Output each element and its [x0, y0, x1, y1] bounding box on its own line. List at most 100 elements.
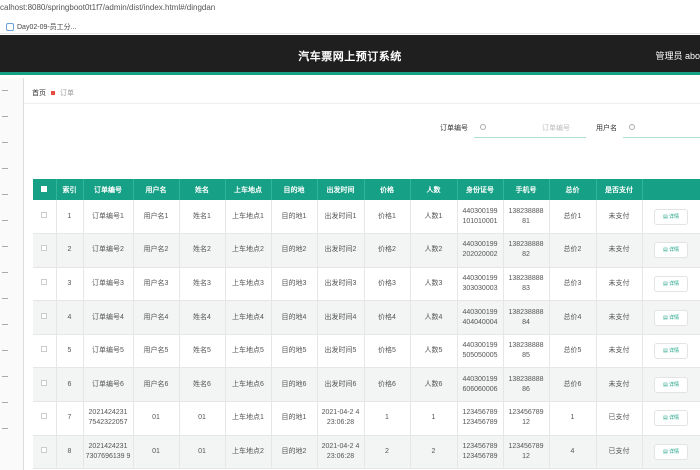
detail-button[interactable]: ▤ 详情 [654, 410, 688, 427]
table-cell: 用户名5 [133, 334, 180, 369]
detail-button[interactable]: ▤ 详情 [654, 242, 688, 259]
column-header: 订单编号 [83, 179, 134, 200]
table-row[interactable]: 1 订单编号1 用户名1 姓名1 上车地点1 目的地1 出发时间1 价格1 人数1 4403001… [33, 200, 700, 235]
table-cell: 总价3 [549, 267, 597, 302]
table-cell: 用户名6 [133, 367, 180, 403]
select-all-header[interactable] [33, 179, 57, 200]
detail-button[interactable]: ▤ 详情 [654, 275, 688, 292]
table-row[interactable]: 8 2021424231 7307696139 9 01 01 上车地点2 目的地2 202… [33, 435, 700, 470]
sidebar-chevron-icon[interactable] [2, 194, 8, 195]
table-cell: 出发时间1 [317, 200, 365, 235]
table-cell: 订单编号1 [83, 200, 134, 235]
table-cell: 未支付 [596, 233, 643, 268]
row-checkbox[interactable] [41, 413, 48, 420]
sidebar-chevron-icon[interactable] [2, 402, 8, 403]
user-menu[interactable]: 管理员 abo [655, 49, 700, 62]
search-icon [629, 124, 635, 130]
row-checkbox[interactable] [41, 379, 48, 386]
order-number-input[interactable]: 订单编号 [474, 118, 586, 138]
row-actions-cell: ▤ 详情 [642, 401, 700, 436]
select-all-checkbox[interactable] [41, 185, 48, 192]
table-cell: 01 [133, 401, 180, 436]
row-actions-cell: ▤ 详情 [642, 233, 700, 268]
table-cell: 123456789 123456789 [457, 435, 504, 470]
table-cell: 总价1 [549, 200, 597, 235]
top-header: 汽车票网上预订系统 管理员 abo [0, 35, 700, 75]
sidebar-chevron-icon[interactable] [2, 142, 8, 143]
sidebar-chevron-icon[interactable] [2, 220, 8, 221]
table-row[interactable]: 6 订单编号6 用户名6 姓名6 上车地点6 目的地6 出发时间6 价格6 人数6 4403001… [33, 367, 700, 403]
row-select-cell[interactable] [33, 267, 57, 302]
table-cell: 4 [56, 300, 84, 335]
breadcrumb-home[interactable]: 首页 [32, 88, 46, 98]
table-cell: 人数6 [410, 367, 458, 403]
table-cell: 目的地2 [271, 435, 318, 470]
address-bar[interactable]: calhost:8080/springboot0t1f7/admin/dist/… [0, 0, 700, 17]
table-cell: 01 [179, 435, 226, 470]
table-row[interactable]: 5 订单编号5 用户名5 姓名5 上车地点5 目的地5 出发时间5 价格5 人数5 4403001… [33, 334, 700, 369]
table-row[interactable]: 3 订单编号3 用户名3 姓名3 上车地点3 目的地3 出发时间3 价格3 人数3 4403001… [33, 267, 700, 302]
row-checkbox[interactable] [41, 211, 48, 218]
table-row[interactable]: 4 订单编号4 用户名4 姓名4 上车地点4 目的地4 出发时间4 价格4 人数4 4403001… [33, 300, 700, 335]
table-cell: 138238888 85 [503, 334, 550, 369]
row-select-cell[interactable] [33, 401, 57, 436]
sidebar-chevron-icon[interactable] [2, 428, 8, 429]
table-cell: 440300199 202020002 [457, 233, 504, 268]
sidebar-chevron-icon[interactable] [2, 376, 8, 377]
detail-button[interactable]: ▤ 详情 [654, 443, 688, 460]
table-cell: 未支付 [596, 334, 643, 369]
table-cell: 未支付 [596, 200, 643, 235]
table-cell: 姓名1 [179, 200, 226, 235]
row-select-cell[interactable] [33, 367, 57, 403]
table-row[interactable]: 7 2021424231 7542322057 01 01 上车地点1 目的地1 2021-… [33, 401, 700, 436]
row-select-cell[interactable] [33, 334, 57, 369]
table-cell: 01 [179, 401, 226, 436]
row-checkbox[interactable] [41, 312, 48, 319]
table-cell: 出发时间5 [317, 334, 365, 369]
sidebar-chevron-icon[interactable] [2, 168, 8, 169]
sidebar-chevron-icon[interactable] [2, 90, 8, 91]
sidebar-chevron-icon[interactable] [2, 350, 8, 351]
detail-button[interactable]: ▤ 详情 [654, 309, 688, 326]
table-cell: 用户名1 [133, 200, 180, 235]
breadcrumb-separator-icon [51, 90, 55, 95]
sidebar-chevron-icon[interactable] [2, 272, 8, 273]
table-cell: 人数5 [410, 334, 458, 369]
table-row[interactable]: 2 订单编号2 用户名2 姓名2 上车地点2 目的地2 出发时间2 价格2 人数2 4403001… [33, 233, 700, 268]
table-cell: 2021-04-2 4 23:06:28 [317, 401, 365, 436]
table-cell: 价格3 [364, 267, 411, 302]
table-cell: 1 [549, 401, 597, 436]
table-cell: 138238888 83 [503, 267, 550, 302]
detail-button[interactable]: ▤ 详情 [654, 343, 688, 360]
row-actions-cell: ▤ 详情 [642, 200, 700, 235]
bookmark-item[interactable]: Day02-09-员工分... [17, 22, 77, 32]
row-select-cell[interactable] [33, 200, 57, 235]
table-cell: 出发时间3 [317, 267, 365, 302]
row-checkbox[interactable] [41, 245, 48, 252]
row-checkbox[interactable] [41, 446, 48, 453]
table-cell: 姓名6 [179, 367, 226, 403]
sidebar-chevron-icon[interactable] [2, 298, 8, 299]
sidebar-chevron-icon[interactable] [2, 246, 8, 247]
table-cell: 123456789 12 [503, 401, 550, 436]
table-cell: 价格4 [364, 300, 411, 335]
actions-header [642, 179, 700, 200]
table-cell: 440300199 101010001 [457, 200, 504, 235]
row-select-cell[interactable] [33, 233, 57, 268]
table-cell: 用户名3 [133, 267, 180, 302]
column-header: 价格 [364, 179, 411, 200]
detail-button[interactable]: ▤ 详情 [654, 376, 688, 393]
username-input[interactable] [623, 118, 700, 138]
table-cell: 上车地点6 [225, 367, 272, 403]
bookmarks-bar: Day02-09-员工分... [0, 17, 700, 34]
table-cell: 123456789 123456789 [457, 401, 504, 436]
table-cell: 目的地4 [271, 300, 318, 335]
row-checkbox[interactable] [41, 278, 48, 285]
row-select-cell[interactable] [33, 300, 57, 335]
row-select-cell[interactable] [33, 435, 57, 470]
sidebar-chevron-icon[interactable] [2, 116, 8, 117]
sidebar-chevron-icon[interactable] [2, 324, 8, 325]
row-checkbox[interactable] [41, 346, 48, 353]
detail-button[interactable]: ▤ 详情 [654, 208, 688, 225]
table-cell: 已支付 [596, 435, 643, 470]
